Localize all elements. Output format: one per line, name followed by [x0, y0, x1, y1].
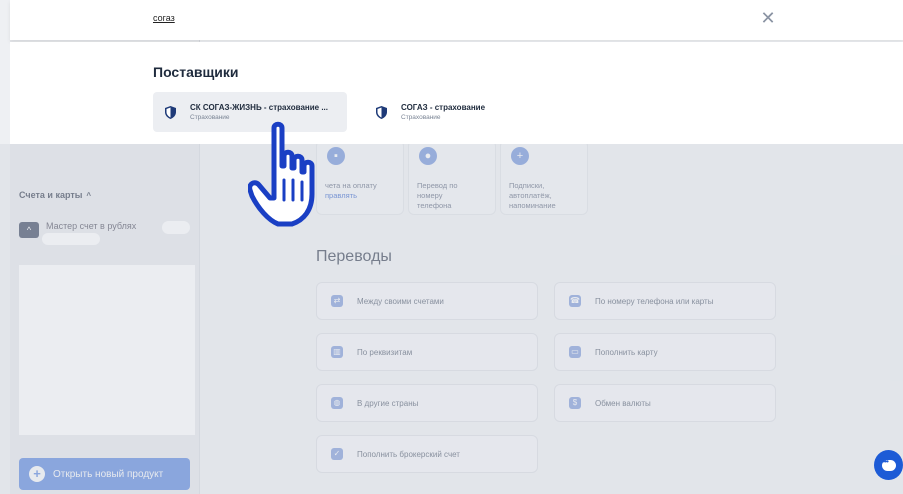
provider-name: СК СОГАЗ-ЖИЗНЬ - страхование ...	[190, 103, 328, 112]
shield-icon	[376, 105, 387, 119]
provider-name: СОГАЗ - страхование	[401, 103, 486, 112]
search-bar: ✕	[10, 0, 903, 40]
chat-icon	[881, 457, 896, 471]
search-results-panel: Поставщики СК СОГАЗ-ЖИЗНЬ - страхование …	[10, 42, 903, 144]
provider-item-sogaz[interactable]: СОГАЗ - страхование Страхование	[364, 92, 554, 132]
results-title: Поставщики	[153, 64, 239, 80]
modal-backdrop[interactable]	[0, 144, 903, 494]
provider-category: Страхование	[401, 114, 441, 121]
close-icon[interactable]: ✕	[760, 9, 776, 27]
chat-button[interactable]	[874, 450, 903, 480]
search-input[interactable]	[153, 9, 653, 27]
pointer-hand-icon	[248, 121, 315, 227]
shield-icon	[165, 105, 176, 119]
